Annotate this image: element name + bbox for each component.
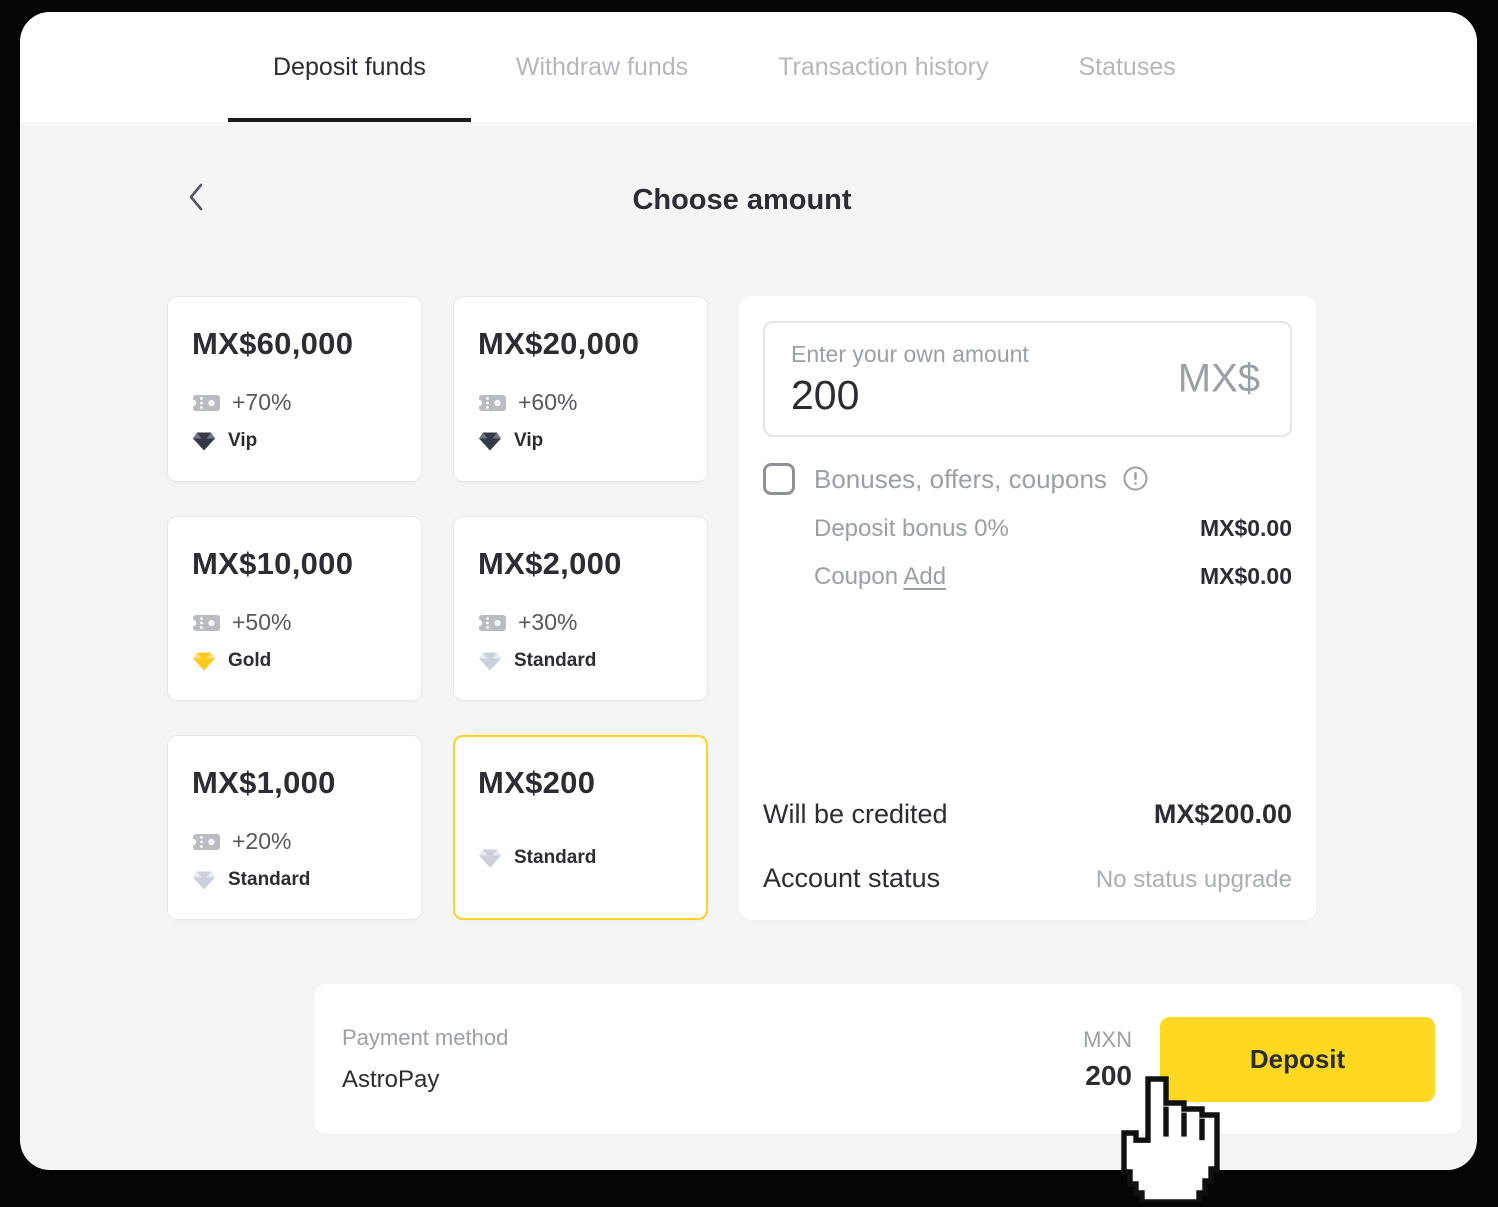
gem-standard-icon — [192, 870, 216, 891]
tab-withdraw-funds[interactable]: Withdraw funds — [471, 12, 733, 122]
coupon-label-text: Coupon — [814, 563, 898, 590]
payment-currency: MXN — [1083, 1027, 1132, 1053]
coupon-label: Coupon Add — [814, 563, 946, 591]
card-tier-label: Standard — [514, 847, 596, 869]
coupon-ticket-icon — [192, 392, 221, 414]
card-bonus-label: +20% — [232, 828, 291, 855]
gem-vip-icon — [192, 431, 216, 452]
payment-method-label: Payment method — [342, 1025, 508, 1051]
page-title: Choose amount — [167, 180, 1317, 220]
tab-statuses[interactable]: Statuses — [1033, 12, 1220, 122]
amount-card-10000[interactable]: MX$10,000 +50% Gold — [167, 516, 422, 701]
coupon-ticket-icon — [478, 392, 507, 414]
card-bonus-label: +50% — [232, 609, 291, 636]
amount-card-200-selected[interactable]: MX$200 Standard — [453, 735, 708, 920]
own-amount-input[interactable]: Enter your own amount 200 MX$ — [763, 321, 1292, 437]
card-tier-label: Gold — [228, 650, 271, 672]
coupon-ticket-icon — [192, 831, 221, 853]
page-header: Choose amount — [167, 180, 1317, 220]
amount-card-20000[interactable]: MX$20,000 +60% Vip — [453, 296, 708, 482]
card-amount-label: MX$2,000 — [478, 546, 683, 582]
info-icon[interactable] — [1122, 465, 1149, 492]
card-tier-label: Standard — [228, 869, 310, 891]
amount-card-1000[interactable]: MX$1,000 +20% Standard — [167, 735, 422, 920]
gem-standard-icon — [478, 848, 502, 869]
tab-bar: Deposit funds Withdraw funds Transaction… — [20, 12, 1477, 122]
bonuses-label-text: Bonuses, offers, coupons — [814, 464, 1107, 494]
credited-label: Will be credited — [763, 799, 948, 830]
deposit-button[interactable]: Deposit — [1160, 1017, 1435, 1102]
card-bonus-label: +70% — [232, 389, 291, 416]
payment-sum: 200 — [1083, 1060, 1132, 1092]
amount-card-60000[interactable]: MX$60,000 +70% Vip — [167, 296, 422, 482]
card-amount-label: MX$10,000 — [192, 546, 397, 582]
gem-standard-icon — [478, 651, 502, 672]
account-status-value: No status upgrade — [1096, 866, 1292, 894]
deposit-bonus-value: MX$0.00 — [1200, 515, 1292, 542]
payment-method-value: AstroPay — [342, 1066, 508, 1094]
tab-deposit-funds[interactable]: Deposit funds — [228, 12, 471, 122]
payment-bar: Payment method AstroPay MXN 200 Deposit — [314, 984, 1462, 1134]
deposit-details-panel: Enter your own amount 200 MX$ Bonuses, o… — [739, 296, 1316, 920]
card-amount-label: MX$60,000 — [192, 326, 397, 362]
deposit-panel: Deposit funds Withdraw funds Transaction… — [20, 12, 1477, 1170]
bonuses-checkbox-label: Bonuses, offers, coupons — [814, 464, 1149, 495]
back-button[interactable] — [179, 182, 213, 216]
gem-vip-icon — [478, 431, 502, 452]
amount-grid: MX$60,000 +70% Vip MX — [167, 296, 1317, 920]
card-tier-label: Standard — [514, 650, 596, 672]
bonuses-checkbox[interactable] — [763, 463, 795, 495]
chevron-left-icon — [187, 182, 205, 217]
deposit-bonus-label: Deposit bonus 0% — [814, 515, 1009, 543]
card-amount-label: MX$1,000 — [192, 765, 397, 801]
content-area: Choose amount MX$60,000 +70% — [20, 122, 1477, 1134]
card-amount-label: MX$20,000 — [478, 326, 683, 362]
tab-transaction-history[interactable]: Transaction history — [733, 12, 1033, 122]
coupon-ticket-icon — [478, 612, 507, 634]
card-amount-label: MX$200 — [478, 765, 683, 801]
credited-value: MX$200.00 — [1154, 799, 1292, 830]
coupon-value: MX$0.00 — [1200, 563, 1292, 590]
currency-suffix: MX$ — [1178, 357, 1260, 402]
amount-card-2000[interactable]: MX$2,000 +30% Standard — [453, 516, 708, 701]
card-bonus-label: +30% — [518, 609, 577, 636]
gem-gold-icon — [192, 651, 216, 672]
account-status-label: Account status — [763, 863, 940, 894]
card-tier-label: Vip — [228, 430, 257, 452]
coupon-add-link[interactable]: Add — [903, 563, 946, 590]
card-bonus-label: +60% — [518, 389, 577, 416]
card-tier-label: Vip — [514, 430, 543, 452]
coupon-ticket-icon — [192, 612, 221, 634]
